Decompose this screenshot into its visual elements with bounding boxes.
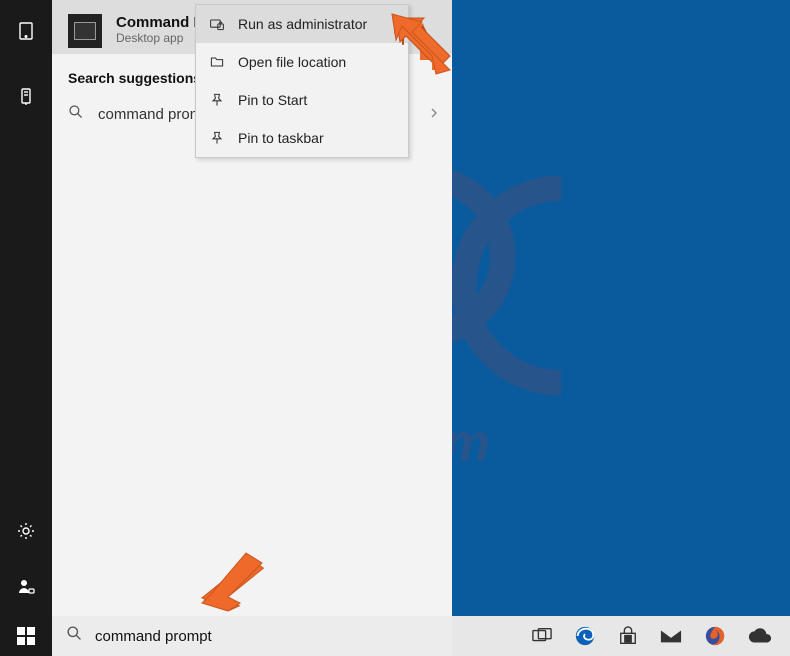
taskbar xyxy=(0,616,790,656)
store-icon[interactable] xyxy=(618,626,638,646)
ctx-pin-to-taskbar[interactable]: Pin to taskbar xyxy=(196,119,408,157)
ctx-item-label: Run as administrator xyxy=(238,16,367,32)
ctx-item-label: Open file location xyxy=(238,54,346,70)
search-icon xyxy=(68,104,84,125)
context-menu: Run as administrator Open file location … xyxy=(195,4,409,158)
command-prompt-icon xyxy=(68,14,102,48)
start-button[interactable] xyxy=(0,616,52,656)
chevron-right-icon[interactable] xyxy=(428,106,440,124)
ctx-open-file-location[interactable]: Open file location xyxy=(196,43,408,81)
start-sidebar xyxy=(0,0,52,616)
ctx-item-label: Pin to taskbar xyxy=(238,130,324,146)
mail-icon[interactable] xyxy=(660,627,682,645)
onedrive-icon[interactable] xyxy=(748,628,772,644)
settings-icon[interactable] xyxy=(0,514,52,548)
search-icon xyxy=(66,625,83,647)
tablet-icon[interactable] xyxy=(0,14,52,48)
firefox-icon[interactable] xyxy=(704,625,726,647)
folder-icon xyxy=(208,54,226,70)
ctx-item-label: Pin to Start xyxy=(238,92,307,108)
taskbar-search[interactable] xyxy=(52,616,452,656)
admin-icon xyxy=(208,16,226,32)
pin-icon xyxy=(208,130,226,146)
task-view-icon[interactable] xyxy=(532,627,552,645)
pin-icon xyxy=(208,92,226,108)
search-input[interactable] xyxy=(95,628,425,645)
ctx-run-as-administrator[interactable]: Run as administrator xyxy=(196,5,408,43)
user-icon[interactable] xyxy=(0,570,52,604)
edge-icon[interactable] xyxy=(574,625,596,647)
server-icon[interactable] xyxy=(0,80,52,114)
taskbar-tray xyxy=(502,616,790,656)
ctx-pin-to-start[interactable]: Pin to Start xyxy=(196,81,408,119)
